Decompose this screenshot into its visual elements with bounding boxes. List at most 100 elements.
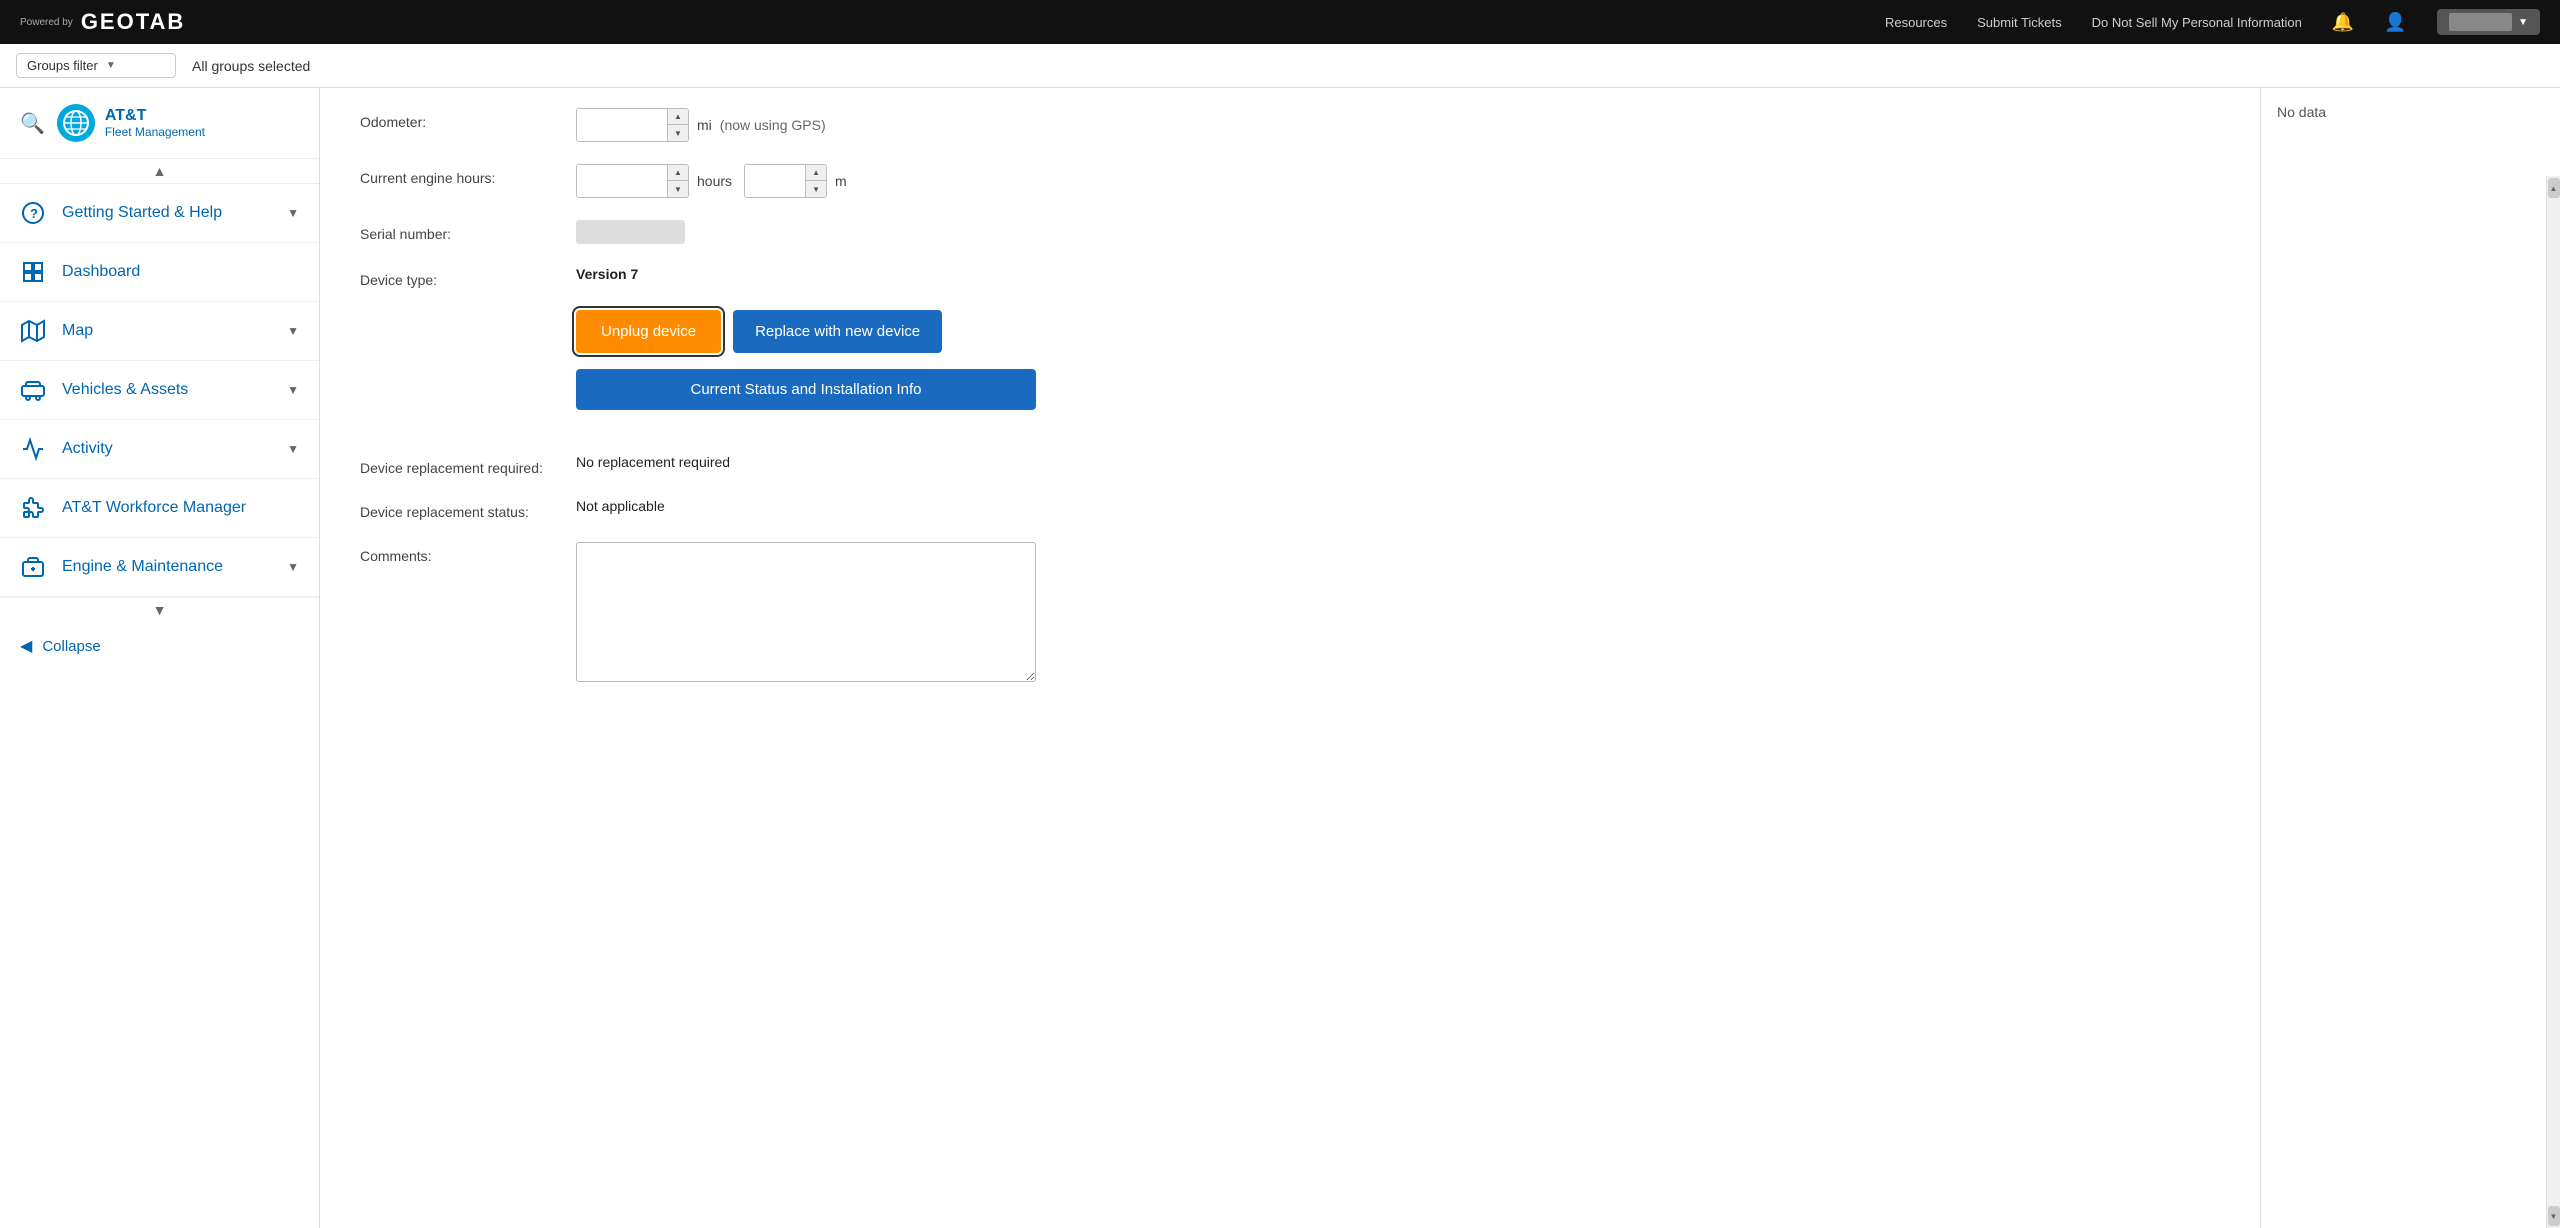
comments-textarea[interactable] <box>576 542 1036 682</box>
engine-hours-label: Current engine hours: <box>360 164 560 186</box>
replacement-status-text: Not applicable <box>576 498 665 514</box>
current-status-installation-button[interactable]: Current Status and Installation Info <box>576 369 1036 410</box>
groups-filter-chevron: ▼ <box>106 60 116 71</box>
unplug-device-button[interactable]: Unplug device <box>576 310 721 353</box>
map-chevron: ▼ <box>287 324 299 338</box>
replace-with-new-device-button[interactable]: Replace with new device <box>733 310 942 353</box>
sidebar-item-vehicles-label: Vehicles & Assets <box>62 381 271 399</box>
serial-number-row: Serial number: •••••••••• <box>360 220 2220 244</box>
att-logo <box>57 104 95 142</box>
sidebar-scroll-down[interactable]: ▼ <box>0 597 319 622</box>
odometer-down-btn[interactable]: ▼ <box>668 125 688 141</box>
no-data-box: No data <box>2261 88 2560 136</box>
vehicles-chevron: ▼ <box>287 383 299 397</box>
device-type-value-area: Version 7 <box>576 266 638 282</box>
groups-filter-select[interactable]: Groups filter ▼ <box>16 53 176 78</box>
topbar: Powered by GEOTAB Resources Submit Ticke… <box>0 0 2560 44</box>
sidebar-item-activity-label: Activity <box>62 440 271 458</box>
replacement-status-row: Device replacement status: Not applicabl… <box>360 498 2220 520</box>
sidebar-item-att-workforce-label: AT&T Workforce Manager <box>62 499 299 517</box>
sidebar-item-vehicles-assets[interactable]: Vehicles & Assets ▼ <box>0 361 319 420</box>
logo-area: Powered by GEOTAB <box>20 9 185 35</box>
sidebar-item-dashboard[interactable]: Dashboard <box>0 243 319 302</box>
sidebar-item-engine-maintenance[interactable]: Engine & Maintenance ▼ <box>0 538 319 597</box>
groups-filter-label: Groups filter <box>27 58 98 73</box>
replacement-required-row: Device replacement required: No replacem… <box>360 454 2220 476</box>
engine-hours-spinner[interactable]: 284 ▲ ▼ <box>576 164 689 198</box>
user-dropdown-chevron: ▼ <box>2518 17 2528 28</box>
engine-hours-input[interactable]: 284 <box>577 165 667 197</box>
activity-chevron: ▼ <box>287 442 299 456</box>
top-nav: Resources Submit Tickets Do Not Sell My … <box>1885 9 2540 35</box>
engine-minutes-spinner-btns: ▲ ▼ <box>805 165 826 197</box>
engine-minutes-up-btn[interactable]: ▲ <box>806 165 826 181</box>
engine-icon <box>20 554 46 580</box>
dashboard-icon <box>20 259 46 285</box>
sidebar-item-map-label: Map <box>62 322 271 340</box>
comments-value-area <box>576 542 1036 682</box>
odometer-up-btn[interactable]: ▲ <box>668 109 688 125</box>
puzzle-icon <box>20 495 46 521</box>
sidebar-item-map[interactable]: Map ▼ <box>0 302 319 361</box>
all-groups-selected-label: All groups selected <box>192 58 310 74</box>
activity-icon <box>20 436 46 462</box>
replacement-status-label: Device replacement status: <box>360 498 560 520</box>
scroll-down-btn[interactable]: ▼ <box>2548 1206 2560 1226</box>
replacement-required-label: Device replacement required: <box>360 454 560 476</box>
do-not-sell-link[interactable]: Do Not Sell My Personal Information <box>2092 15 2302 30</box>
sidebar: 🔍 AT&T Fleet Management ▲ <box>0 88 320 1228</box>
powered-by-label: Powered by <box>20 17 73 28</box>
sidebar-item-activity[interactable]: Activity ▼ <box>0 420 319 479</box>
replacement-required-text: No replacement required <box>576 454 730 470</box>
geotab-logo-text: GEOTAB <box>81 9 185 35</box>
engine-chevron: ▼ <box>287 560 299 574</box>
sidebar-item-getting-started[interactable]: ? Getting Started & Help ▼ <box>0 184 319 243</box>
engine-minutes-spinner[interactable]: 35 ▲ ▼ <box>744 164 827 198</box>
device-type-label: Device type: <box>360 266 560 288</box>
help-icon: ? <box>20 200 46 226</box>
engine-hours-down-btn[interactable]: ▼ <box>668 181 688 197</box>
odometer-value-area: 278602 ▲ ▼ mi (now using GPS) <box>576 108 826 142</box>
sidebar-item-engine-label: Engine & Maintenance <box>62 558 271 576</box>
search-icon[interactable]: 🔍 <box>20 111 45 136</box>
odometer-label: Odometer: <box>360 108 560 130</box>
action-buttons-area: Unplug device Replace with new device Cu… <box>576 310 1036 432</box>
user-dropdown[interactable]: user ▼ <box>2437 9 2540 35</box>
engine-hours-up-btn[interactable]: ▲ <box>668 165 688 181</box>
serial-number-value: •••••••••• <box>576 220 685 244</box>
main-layout: 🔍 AT&T Fleet Management ▲ <box>0 88 2560 1228</box>
sidebar-scroll-up[interactable]: ▲ <box>0 159 319 184</box>
sidebar-item-att-workforce[interactable]: AT&T Workforce Manager <box>0 479 319 538</box>
device-type-row: Device type: Version 7 <box>360 266 2220 288</box>
submit-tickets-link[interactable]: Submit Tickets <box>1977 15 2062 30</box>
action-buttons-label <box>360 310 560 316</box>
user-icon[interactable]: 👤 <box>2384 12 2406 33</box>
comments-label: Comments: <box>360 542 560 564</box>
collapse-button[interactable]: ◀ Collapse <box>0 622 319 670</box>
scrollbar[interactable]: ▲ ▼ <box>2546 176 2560 1228</box>
odometer-spinner-btns: ▲ ▼ <box>667 109 688 141</box>
engine-minutes-input[interactable]: 35 <box>745 165 805 197</box>
right-panel: No data ▲ ▼ <box>2260 88 2560 1228</box>
vehicles-icon <box>20 377 46 403</box>
getting-started-chevron: ▼ <box>287 206 299 220</box>
engine-hours-value-area: 284 ▲ ▼ hours 35 ▲ ▼ m <box>576 164 847 198</box>
odometer-spinner[interactable]: 278602 ▲ ▼ <box>576 108 689 142</box>
sidebar-brand: AT&T Fleet Management <box>105 107 205 139</box>
comments-row: Comments: <box>360 542 2220 682</box>
scroll-up-btn[interactable]: ▲ <box>2548 178 2560 198</box>
odometer-unit: mi <box>697 117 712 133</box>
device-type-value: Version 7 <box>576 266 638 282</box>
filterbar: Groups filter ▼ All groups selected <box>0 44 2560 88</box>
collapse-chevron-icon: ◀ <box>20 636 32 656</box>
main-content: Odometer: 278602 ▲ ▼ mi (now using GPS) … <box>320 88 2260 1228</box>
bell-icon[interactable]: 🔔 <box>2332 12 2354 33</box>
resources-link[interactable]: Resources <box>1885 15 1947 30</box>
svg-text:?: ? <box>30 206 38 221</box>
serial-number-blurred: •••••••••• <box>576 220 685 244</box>
serial-number-label: Serial number: <box>360 220 560 242</box>
odometer-gps-note: (now using GPS) <box>720 117 826 133</box>
engine-minutes-down-btn[interactable]: ▼ <box>806 181 826 197</box>
sidebar-header: 🔍 AT&T Fleet Management <box>0 88 319 159</box>
odometer-input[interactable]: 278602 <box>577 109 667 141</box>
